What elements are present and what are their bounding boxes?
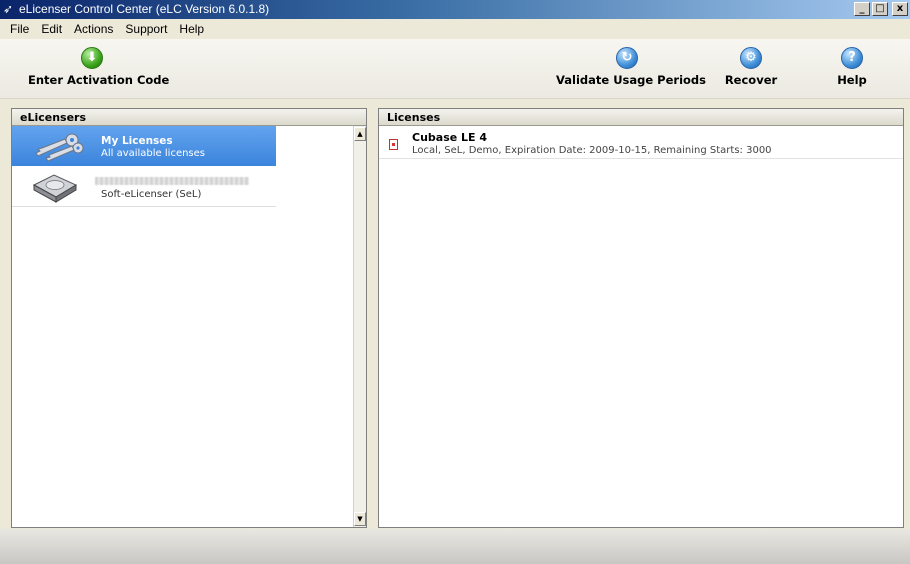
elicenser-item-my-licenses[interactable]: My Licenses All available licenses bbox=[12, 126, 276, 166]
recover-button[interactable]: ⚙ Recover bbox=[724, 47, 778, 87]
help-icon: ? bbox=[841, 47, 863, 69]
elicensers-panel-title: eLicensers bbox=[12, 109, 366, 126]
help-label: Help bbox=[837, 73, 867, 87]
maximize-button[interactable]: □ bbox=[872, 2, 888, 16]
menu-bar: File Edit Actions Support Help bbox=[0, 19, 910, 39]
elicensers-list: My Licenses All available licenses Soft-… bbox=[12, 126, 354, 527]
elicenser-item-soft-elicenser[interactable]: Soft-eLicenser (SeL) bbox=[12, 167, 276, 207]
help-button[interactable]: ? Help bbox=[832, 47, 872, 87]
license-title: Cubase LE 4 bbox=[412, 131, 488, 144]
scroll-up-arrow-icon[interactable]: ▲ bbox=[354, 127, 366, 141]
recover-label: Recover bbox=[724, 73, 778, 87]
keys-icon bbox=[35, 133, 84, 162]
license-document-icon bbox=[389, 139, 398, 150]
validate-usage-periods-button[interactable]: ↻ Validate Usage Periods bbox=[556, 47, 707, 87]
my-licenses-name: My Licenses bbox=[101, 135, 173, 147]
window-title: eLicenser Control Center (eLC Version 6.… bbox=[19, 2, 270, 16]
menu-help[interactable]: Help bbox=[173, 22, 210, 36]
enter-activation-code-label: Enter Activation Code bbox=[28, 73, 170, 87]
download-arrow-icon: ⬇ bbox=[81, 47, 103, 69]
license-row[interactable]: Cubase LE 4 Local, SeL, Demo, Expiration… bbox=[379, 126, 903, 159]
elicenser-app-icon: ➶ bbox=[3, 2, 14, 16]
minimize-button[interactable]: _ bbox=[854, 2, 870, 16]
validate-usage-periods-label: Validate Usage Periods bbox=[556, 73, 707, 87]
menu-actions[interactable]: Actions bbox=[68, 22, 119, 36]
menu-support[interactable]: Support bbox=[119, 22, 173, 36]
licenses-panel-title: Licenses bbox=[379, 109, 903, 126]
window-controls: _ □ x bbox=[854, 2, 908, 16]
title-bar[interactable]: ➶ eLicenser Control Center (eLC Version … bbox=[0, 0, 910, 19]
elicensers-scrollbar[interactable]: ▲ ▼ bbox=[353, 126, 366, 527]
hard-drive-icon bbox=[32, 174, 78, 203]
elicensers-panel: eLicensers My Licenses All available lic… bbox=[11, 108, 367, 528]
soft-elicenser-subtitle: Soft-eLicenser (SeL) bbox=[101, 189, 202, 200]
status-strip bbox=[0, 529, 910, 564]
close-button[interactable]: x bbox=[892, 2, 908, 16]
my-licenses-subtitle: All available licenses bbox=[101, 148, 206, 159]
toolbar: ⬇ Enter Activation Code ↻ Validate Usage… bbox=[0, 39, 910, 99]
licenses-panel: Licenses Cubase LE 4 Local, SeL, Demo, E… bbox=[378, 108, 904, 528]
recover-icon: ⚙ bbox=[740, 47, 762, 69]
elicenser-serial-redacted bbox=[95, 177, 249, 185]
refresh-icon: ↻ bbox=[616, 47, 638, 69]
enter-activation-code-button[interactable]: ⬇ Enter Activation Code bbox=[28, 47, 170, 87]
menu-edit[interactable]: Edit bbox=[35, 22, 68, 36]
scroll-down-arrow-icon[interactable]: ▼ bbox=[354, 512, 366, 526]
license-description: Local, SeL, Demo, Expiration Date: 2009-… bbox=[412, 145, 772, 156]
menu-file[interactable]: File bbox=[4, 22, 35, 36]
